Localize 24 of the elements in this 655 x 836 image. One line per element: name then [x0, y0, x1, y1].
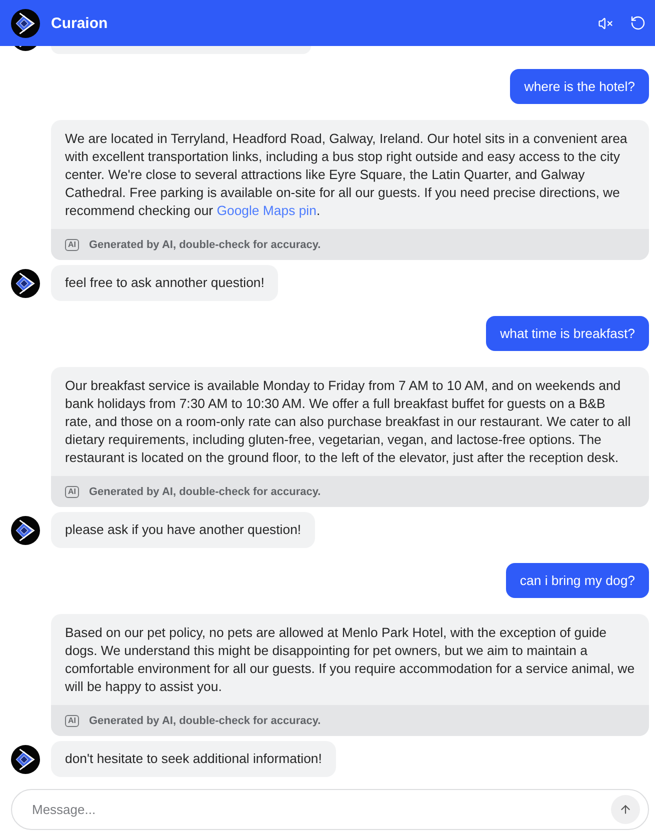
- app-title: Curaion: [51, 14, 108, 32]
- message-text: where is the hotel?: [524, 78, 635, 96]
- disclaimer-text: Generated by AI, double-check for accuracy.: [89, 714, 321, 726]
- logo-icon: [11, 8, 40, 38]
- rotate-arrow-icon: [630, 15, 646, 31]
- ai-tag: AI: [65, 486, 79, 498]
- message-text: don't hesitate to seek additional information!: [64, 750, 323, 768]
- mute-button[interactable]: [598, 16, 613, 30]
- speaker-muted-icon: [598, 16, 613, 30]
- message-text: Our breakfast service is available Monday to Friday from 7 AM to 10 AM, and on weekends and bank holidays from 7:30 AM to 10:30 AM. We offer a full breakfast buffet for guests on a B&B rate, and those on a room-only rate can also purchase breakfast in our restaurant. We cater to all dietary requirements, including gluten-free, vegetarian, vegan, and lactose-free options. The restaurant is located on the ground floor, to the left of the elevator, just after the reception desk.: [64, 377, 632, 467]
- restart-button[interactable]: [630, 15, 646, 31]
- disclaimer-text: Generated by AI, double-check for accuracy.: [89, 486, 321, 498]
- message-text: Based on our pet policy, no pets are allowed at Menlo Park Hotel, with the exception of guide dogs. We understand this might be disappointing for pet owners, but we aim to maintain a comfortable environment for all our guests. If you require accommodation for a service animal, we will be happy to assist you.: [64, 624, 636, 696]
- message-input[interactable]: Message...: [11, 789, 649, 830]
- ai-tag: AI: [65, 714, 79, 726]
- message-text: what time is breakfast?: [500, 324, 635, 342]
- message-text: can i bring my dog?: [520, 572, 635, 590]
- message-text: feel free to ask annother question!: [64, 274, 266, 292]
- message-text: We are located in Terryland, Headford Road, Galway, Ireland. Our hotel sits in a convenient area with excellent transportation links, including a bus stop right outside and easy access to the city center. We're close to several attractions like Eyre Square, the Latin Quarter, and Galway Cathedral. Free parking is available on-site for all our guests. If you need precise directions, we recommend checking our Google Maps pin.: [64, 130, 628, 220]
- ai-tag: AI: [65, 238, 79, 250]
- message-text: please ask if you have another question!: [64, 521, 302, 539]
- disclaimer-text: Generated by AI, double-check for accuracy.: [89, 238, 321, 250]
- arrow-up-icon: [619, 803, 632, 816]
- map-link[interactable]: Google Maps pin: [216, 203, 316, 218]
